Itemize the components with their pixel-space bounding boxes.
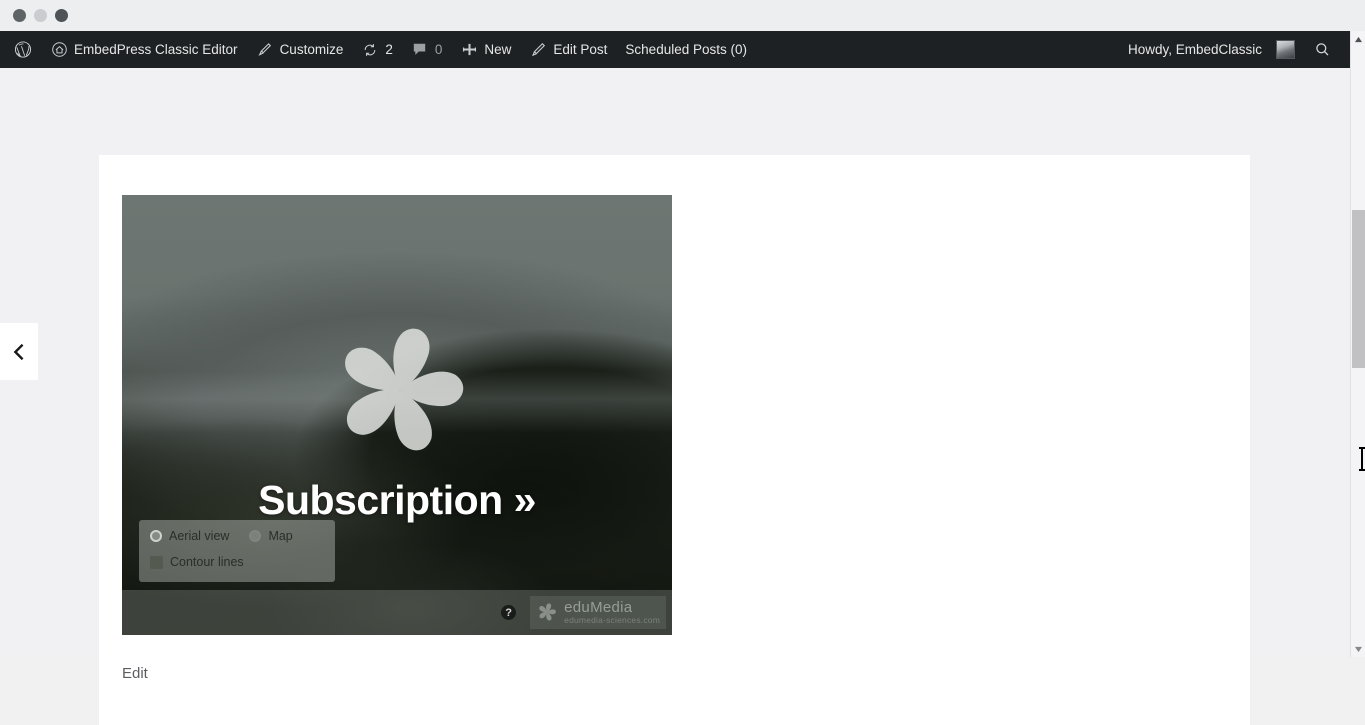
admin-bar-left-group: EmbedPress Classic Editor Customize 2 0 … [0, 31, 756, 68]
scheduled-posts-label: Scheduled Posts (0) [625, 42, 747, 57]
edumedia-pinwheel-icon [536, 601, 558, 623]
comment-bubble-icon [411, 41, 429, 59]
aerial-view-option[interactable]: Aerial view [150, 529, 229, 543]
subscription-overlay-label[interactable]: Subscription » [122, 477, 672, 524]
post-content-card: Subscription » Aerial view Map Contour l… [99, 155, 1250, 725]
window-maximize-button[interactable] [55, 9, 68, 22]
contour-lines-label: Contour lines [170, 555, 244, 569]
home-icon [50, 41, 68, 59]
scroll-down-arrow-icon[interactable] [1351, 641, 1365, 657]
new-content-menu[interactable]: New [451, 31, 520, 68]
comments-count: 0 [434, 42, 443, 57]
edumedia-brand-name: eduMedia [564, 598, 633, 616]
window-minimize-button[interactable] [34, 9, 47, 22]
mouse-text-cursor [1359, 447, 1365, 471]
aerial-view-label: Aerial view [169, 529, 230, 543]
window-close-button[interactable] [13, 9, 26, 22]
updates-icon [361, 41, 379, 59]
edumedia-brand-text: eduMedia edumedia-sciences.com [564, 599, 660, 626]
customize-menu[interactable]: Customize [247, 31, 353, 68]
comments-menu[interactable]: 0 [402, 31, 452, 68]
wordpress-logo-icon [14, 41, 32, 59]
checkbox-icon [150, 555, 163, 569]
pencil-icon [529, 41, 547, 59]
edumedia-brand-url: edumedia-sciences.com [564, 615, 660, 626]
search-icon [1313, 41, 1331, 59]
radio-icon [150, 530, 162, 542]
contour-lines-option[interactable]: Contour lines [150, 555, 244, 569]
browser-titlebar [0, 0, 1365, 31]
new-content-label: New [484, 42, 512, 57]
avatar [1276, 40, 1295, 59]
site-name-label: EmbedPress Classic Editor [74, 42, 238, 57]
player-controls-panel: Aerial view Map Contour lines [139, 520, 335, 582]
plus-icon [460, 41, 478, 59]
wordpress-admin-bar: EmbedPress Classic Editor Customize 2 0 … [0, 31, 1350, 68]
edumedia-player-frame[interactable]: Subscription » Aerial view Map Contour l… [122, 195, 672, 635]
page-scrollbar[interactable] [1350, 31, 1365, 657]
howdy-label: Howdy, EmbedClassic [1127, 42, 1262, 57]
radio-icon [249, 530, 262, 542]
edumedia-brand-link[interactable]: eduMedia edumedia-sciences.com [530, 595, 666, 629]
map-label: Map [268, 529, 293, 543]
my-account-menu[interactable]: Howdy, EmbedClassic [1119, 31, 1304, 68]
help-icon[interactable]: ? [501, 605, 517, 620]
edit-post-label: Edit Post [553, 42, 608, 57]
contour-lines-row: Contour lines [150, 555, 324, 569]
brush-icon [256, 41, 274, 59]
chevron-left-icon [8, 341, 30, 363]
customize-label: Customize [279, 42, 344, 57]
embedpress-embed-figure: Subscription » Aerial view Map Contour l… [122, 195, 672, 635]
map-option[interactable]: Map [249, 529, 293, 543]
scroll-up-arrow-icon[interactable] [1351, 31, 1365, 47]
search-button[interactable] [1304, 31, 1340, 68]
player-bottom-toolbar: ? eduMedia edumedia-sciences.com [122, 590, 672, 635]
slider-prev-button[interactable] [0, 323, 38, 380]
scrollbar-thumb[interactable] [1352, 210, 1365, 368]
edit-post-menu[interactable]: Edit Post [520, 31, 616, 68]
page-background: Subscription » Aerial view Map Contour l… [0, 68, 1350, 725]
updates-count: 2 [385, 42, 393, 57]
view-mode-row: Aerial view Map [150, 529, 324, 543]
edit-link[interactable]: Edit [122, 665, 148, 682]
updates-menu[interactable]: 2 [352, 31, 402, 68]
edumedia-pinwheel-icon [322, 312, 478, 468]
site-name-menu[interactable]: EmbedPress Classic Editor [41, 31, 247, 68]
wordpress-logo-menu[interactable] [5, 31, 41, 68]
admin-bar-right-group: Howdy, EmbedClassic [1119, 31, 1350, 68]
scheduled-posts-menu[interactable]: Scheduled Posts (0) [616, 31, 756, 68]
